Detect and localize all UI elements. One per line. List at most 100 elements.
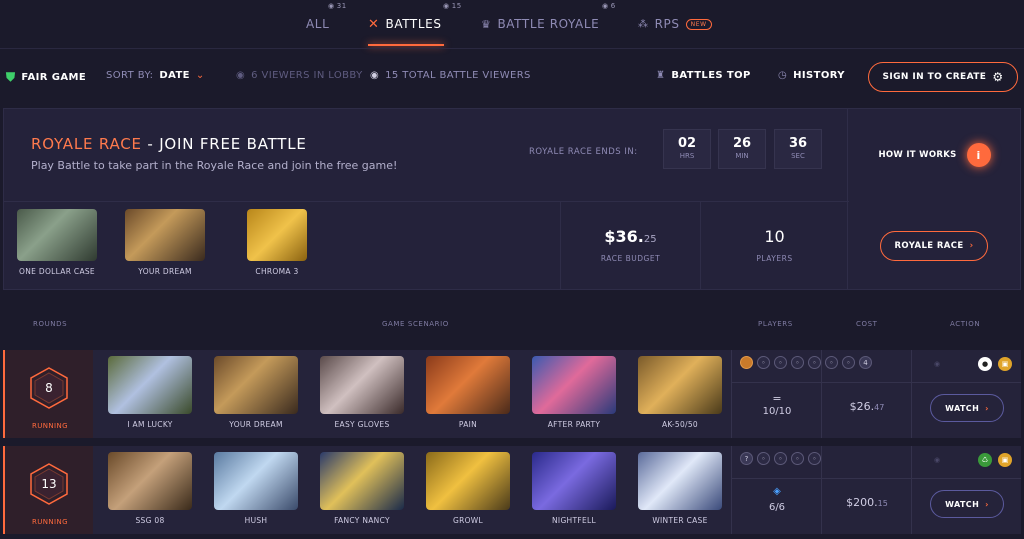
battles-top-link[interactable]: ♜ BATTLES TOP [656,70,751,81]
watch-button[interactable]: WATCH › [930,490,1004,518]
case-image [532,356,616,414]
race-budget-cents: 25 [643,234,657,245]
status-running: RUNNING [32,422,68,430]
battle-case: HUSH [203,452,309,525]
case-image [532,452,616,510]
box-icon: ▣ [998,357,1012,371]
battle-row[interactable]: 13 RUNNING SSG 08 HUSH FANCY NANCY GROWL… [3,446,1021,534]
player-avatar[interactable] [740,356,753,369]
player-seats: ? ◦ ◦ ◦ ◦ [740,452,821,465]
history-link[interactable]: ◷ HISTORY [778,70,845,81]
race-budget: $36.25 RACE BUDGET [560,201,700,289]
action-cell: ◉ ● ▣ WATCH › [911,350,1021,438]
sign-in-button[interactable]: SIGN IN TO CREATE ⚙ [868,62,1018,92]
case-image [17,209,97,261]
battle-case: AFTER PARTY [521,356,627,429]
royale-race-button-label: ROYALE RACE [894,241,964,251]
tab-rps[interactable]: ◉ 6 ⁂ RPS NEW [602,0,712,48]
team-mode-icon: ◈ [773,486,781,497]
rounds-value: 13 [41,477,57,491]
timer-hours-value: 02 [677,136,697,151]
col-action: ACTION [950,320,981,328]
fair-game-label: FAIR GAME [21,72,87,83]
royale-race-title-highlight: ROYALE RACE [31,135,142,153]
empty-seat-icon: ◦ [808,356,821,369]
eye-icon: ◉ [443,2,450,10]
case-image [247,209,307,261]
tab-battle-royale-count: ◉ 15 [443,2,462,10]
sort-dropdown[interactable]: SORT BY: DATE ⌄ [106,70,205,81]
cost-cell: $26.47 [821,350,911,438]
rounds-cell: 8 RUNNING [3,350,93,438]
case-name: I AM LUCKY [127,420,173,429]
empty-seat-icon: ◦ [791,452,804,465]
how-it-works-link[interactable]: HOW IT WORKS i [847,109,1021,201]
total-battle-viewers: ◉ 15 TOTAL BATTLE VIEWERS [370,70,531,81]
empty-seat-icon: ◦ [757,356,770,369]
trophy-icon: ♜ [656,70,666,81]
royale-race-title: ROYALE RACE - JOIN FREE BATTLE [31,135,307,153]
battle-row[interactable]: 8 RUNNING I AM LUCKY YOUR DREAM EASY GLO… [3,350,1021,438]
col-rounds: ROUNDS [33,320,68,328]
eye-icon: ◉ [236,70,246,81]
tab-rps-label: RPS [654,17,680,31]
case-image [638,356,722,414]
case-image [320,452,404,510]
watch-button-label: WATCH [945,403,980,413]
royale-race-title-rest: - JOIN FREE BATTLE [141,135,307,153]
case-name: GROWL [452,516,484,525]
battle-case: GROWL [415,452,521,525]
race-players-label: PLAYERS [756,254,793,263]
total-viewers-text: 15 TOTAL BATTLE VIEWERS [385,70,531,81]
info-icon: i [966,143,991,167]
rps-icon: ⁂ [638,18,649,30]
chevron-right-icon: › [985,499,989,509]
cost-cell: $200.15 [821,446,911,534]
battle-case: EASY GLOVES [309,356,415,429]
timer-seconds-unit: SEC [791,152,805,160]
watch-button[interactable]: WATCH › [930,394,1004,422]
timer-minutes-unit: MIN [735,152,749,160]
case-image [108,356,192,414]
crown-icon: ♛ [481,17,492,31]
battle-case: I AM LUCKY [97,356,203,429]
crossed-swords-icon: ✕ [368,16,380,32]
status-running: RUNNING [32,518,68,526]
case-name: YOUR DREAM [229,420,283,429]
tab-battle-royale[interactable]: ◉ 15 ♛ BATTLE ROYALE [443,0,599,48]
tab-all-count: ◉ 31 [328,2,347,10]
header-divider [0,48,1024,49]
shield-icon: ⛊ [6,70,16,84]
empty-seat-icon: ◦ [757,452,770,465]
recycle-icon: ♺ [978,453,992,467]
battle-case: SSG 08 [97,452,203,525]
steam-icon: ⚙ [992,70,1004,84]
battle-case: AK-50/50 [627,356,733,429]
players-count: 10/10 [762,406,792,417]
case-name: FANCY NANCY [334,516,390,525]
race-players: 10 PLAYERS [700,201,848,289]
battle-case: WINTER CASE [627,452,733,525]
tab-all[interactable]: ◉ 31 ALL [306,0,346,48]
cost-main: $200. [846,496,878,509]
viewers-in-lobby: ◉ 6 VIEWERS IN LOBBY [236,70,363,81]
team-mode-icon: = [772,392,782,405]
battle-case: FANCY NANCY [309,452,415,525]
royale-race-panel: ROYALE RACE - JOIN FREE BATTLE Play Batt… [3,108,1021,290]
case-name: EASY GLOVES [334,420,390,429]
case-name: AK-50/50 [662,420,698,429]
clock-icon: ◷ [778,70,788,81]
tab-battles-label: BATTLES [385,17,442,31]
case-name: YOUR DREAM [138,267,192,276]
case-name: PAIN [458,420,478,429]
row-divider [731,382,1021,383]
empty-seat-icon: ◦ [808,452,821,465]
chevron-right-icon: › [985,403,989,413]
eye-icon: ◉ [370,70,380,81]
tab-battles[interactable]: ✕ BATTLES [368,0,442,48]
col-players: PLAYERS [758,320,793,328]
royale-race-button[interactable]: ROYALE RACE › [880,231,988,261]
royale-race-subtitle: Play Battle to take part in the Royale R… [31,159,398,172]
case-name: HUSH [244,516,268,525]
fair-game-link[interactable]: ⛊ FAIR GAME [6,70,86,85]
